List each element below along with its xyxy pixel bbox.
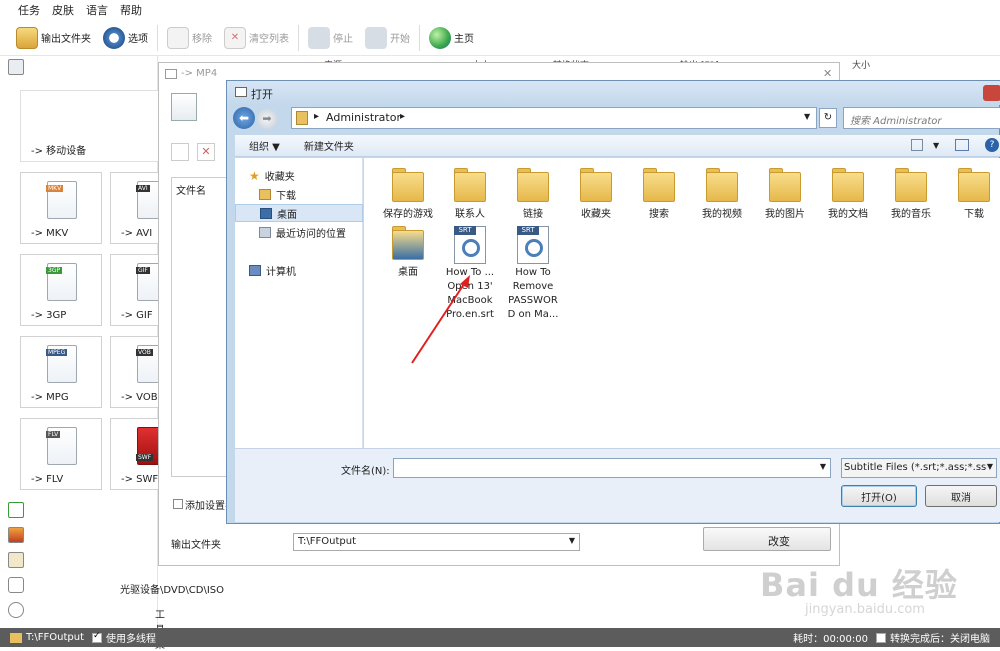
shutdown-label: 转换完成后：关闭电脑: [890, 634, 990, 645]
status-bar: T:\FFOutput 使用多线程 耗时：00:00:00 转换完成后：关闭电脑: [0, 628, 1000, 647]
watermark-url: jingyan.baidu.com: [805, 602, 925, 617]
annotation-arrow: [411, 275, 470, 364]
watermark-brand: Bai du 经验: [760, 566, 958, 604]
shutdown-checkbox[interactable]: [876, 632, 886, 643]
multithread-label: 使用多线程: [106, 634, 156, 645]
status-folder[interactable]: T:\FFOutput: [26, 632, 84, 643]
arrow-line: [411, 280, 467, 364]
multithread-checkbox[interactable]: [92, 631, 102, 643]
elapsed-time: 耗时：00:00:00: [793, 634, 868, 645]
folder-icon: [10, 632, 22, 643]
